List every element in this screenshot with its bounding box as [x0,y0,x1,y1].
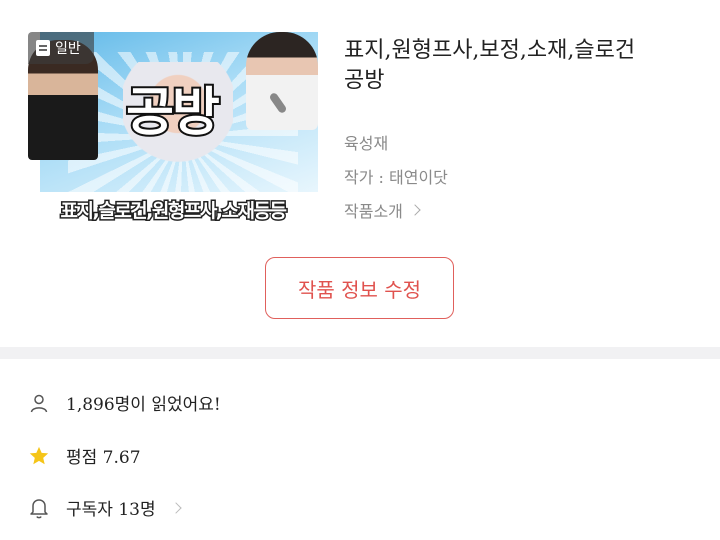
chevron-right-icon [409,204,421,216]
work-title: 표지,원형프사,보정,소재,슬로건 공방 [344,36,704,96]
cover-person-right [246,32,318,130]
work-author-name: 육성재 [344,134,389,153]
chevron-right-icon [169,501,182,514]
rating-text: 평점 7.67 [66,448,141,468]
subscribers-stat[interactable]: 구독자 13명 [28,495,182,520]
readers-text: 1,896명이 읽었어요! [66,395,221,415]
work-title-line1: 표지,원형프사,보정,소재,슬로건 [344,38,636,63]
section-divider [0,347,720,359]
readers-stat: 1,896명이 읽었어요! [28,390,221,415]
cover-image[interactable]: 공방 표지,슬로건,원형프사,소재등등 일반 [28,32,318,228]
star-icon [28,445,50,467]
edit-work-info-button[interactable]: 작품 정보 수정 [265,257,454,319]
document-icon [36,40,50,56]
category-badge: 일반 [28,32,94,64]
badge-label: 일반 [55,41,81,57]
rating-stat: 평점 7.67 [28,443,141,468]
work-writer: 작가 : 태연이닷 [344,168,448,187]
cover-caption: 표지,슬로건,원형프사,소재등등 [59,199,288,224]
work-intro-label: 작품소개 [344,202,403,221]
subscribers-text: 구독자 13명 [66,500,156,520]
cover-title: 공방 [124,81,222,145]
work-info: 표지,원형프사,보정,소재,슬로건 공방 육성재 작가 : 태연이닷 작품소개 [344,36,704,221]
bell-icon [28,497,50,519]
work-title-line2: 공방 [344,68,385,93]
work-intro-link[interactable]: 작품소개 [344,198,421,222]
person-icon [28,392,50,414]
